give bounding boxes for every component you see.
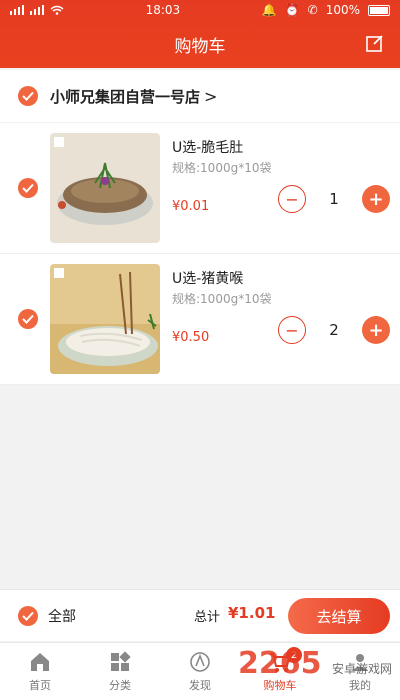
category-icon <box>111 651 131 671</box>
status-time: 18:03 <box>145 3 181 17</box>
signal-icon <box>10 5 24 15</box>
checkout-bar: 全部 总计 ¥1.01 去结算 <box>0 589 400 641</box>
product-spec: 规格:1000g*10袋 <box>172 161 272 175</box>
app-header: 18:03 🔔 ⏰ ✆ 100% 购物车 <box>0 0 400 68</box>
minus-button[interactable]: − <box>278 316 306 344</box>
quantity-stepper: − 1 + <box>278 185 390 213</box>
status-bar: 18:03 🔔 ⏰ ✆ 100% <box>0 0 400 20</box>
tab-label: 首页 <box>29 679 51 692</box>
select-all-check-icon[interactable] <box>18 605 38 626</box>
item-check-icon[interactable] <box>18 309 38 329</box>
alarm-icon: ⏰ <box>284 3 300 17</box>
store-name[interactable]: 小师兄集团自营一号店 <box>50 86 200 107</box>
product-title[interactable]: U选-脆毛肚 <box>172 137 243 157</box>
checkout-button[interactable]: 去结算 <box>288 598 390 634</box>
watermark-text: 2265 <box>238 646 322 681</box>
cart-item: U选-猪黄喉 规格:1000g*10袋 ¥0.50 − 2 + <box>0 254 400 385</box>
page-title: 购物车 <box>174 36 226 57</box>
edit-icon[interactable] <box>366 34 384 52</box>
title-bar: 购物车 <box>0 20 400 68</box>
wifi-icon <box>50 5 64 15</box>
quantity-value[interactable]: 2 <box>318 321 350 339</box>
cart-list: U选-脆毛肚 规格:1000g*10袋 ¥0.01 − 1 + U选-猪黄喉 规… <box>0 123 400 385</box>
discover-icon <box>190 652 210 672</box>
minus-button[interactable]: − <box>278 185 306 213</box>
product-price: ¥0.50 <box>172 330 210 345</box>
call-icon: ✆ <box>307 3 318 17</box>
product-spec: 规格:1000g*10袋 <box>172 292 272 306</box>
product-title[interactable]: U选-猪黄喉 <box>172 268 243 288</box>
tab-label: 分类 <box>109 679 131 692</box>
watermark-sub: 安卓游戏网 <box>331 662 392 676</box>
select-all-label[interactable]: 全部 <box>48 606 76 626</box>
home-icon <box>31 653 49 671</box>
quantity-value[interactable]: 1 <box>318 190 350 208</box>
tab-home[interactable]: 首页 <box>0 643 80 700</box>
bell-icon: 🔔 <box>261 3 277 17</box>
tab-discover[interactable]: 发现 <box>160 643 240 700</box>
plus-button[interactable]: + <box>362 185 390 213</box>
tab-category[interactable]: 分类 <box>80 643 160 700</box>
total-value: ¥1.01 <box>228 604 276 622</box>
plus-button[interactable]: + <box>362 316 390 344</box>
item-check-icon[interactable] <box>18 178 38 198</box>
store-row[interactable]: 小师兄集团自营一号店 > <box>0 70 400 122</box>
signal-icon-2 <box>30 5 44 15</box>
battery-icon <box>368 4 390 16</box>
battery-label: 100% <box>325 3 360 17</box>
total-label: 总计 <box>194 610 221 625</box>
watermark-logo: 2265 安卓游戏网 <box>238 646 392 681</box>
product-image[interactable] <box>50 264 160 374</box>
status-right: 🔔 ⏰ ✆ 100% <box>262 3 390 17</box>
cart-item: U选-脆毛肚 规格:1000g*10袋 ¥0.01 − 1 + <box>0 123 400 254</box>
quantity-stepper: − 2 + <box>278 316 390 344</box>
status-left <box>10 5 64 15</box>
chevron-right-icon[interactable]: > <box>204 87 217 106</box>
store-check-icon[interactable] <box>18 86 38 106</box>
product-price: ¥0.01 <box>172 199 210 214</box>
product-image[interactable] <box>50 133 160 243</box>
tab-label: 发现 <box>189 679 211 692</box>
